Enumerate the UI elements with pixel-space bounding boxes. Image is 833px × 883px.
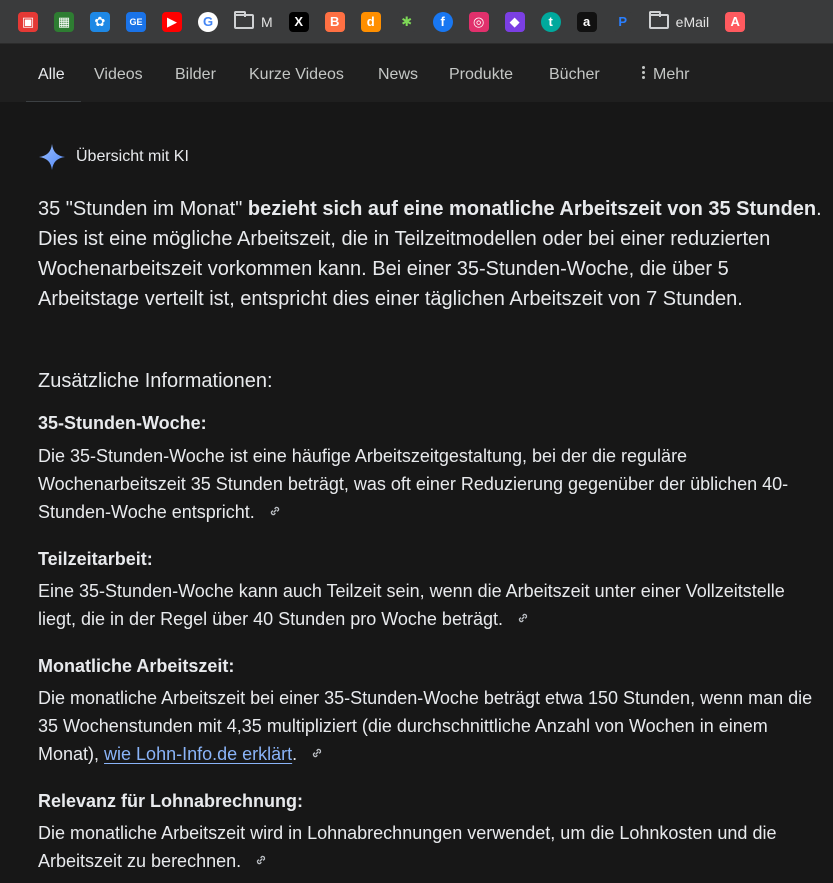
green-icon: ✱ (396, 11, 417, 32)
airbnb-icon: A (725, 11, 746, 32)
link-icon[interactable] (517, 612, 529, 624)
1-icon: ▣ (18, 11, 38, 32)
ai-lead-paragraph: 35 "Stunden im Monat" bezieht sich auf e… (38, 194, 828, 314)
bookmark-green[interactable]: ✱ (396, 8, 417, 36)
bookmark-2[interactable]: ▦ (54, 8, 74, 36)
2-icon: ▦ (54, 11, 74, 32)
folder-icon (234, 11, 254, 29)
bookmarks-bar: ▣ ▦ ✿ GE ▶ G M X Bd ✱ f ◎ ◆ t a PeMail A (0, 0, 833, 44)
item-title-relevanz: Relevanz für Lohnabrechnung: (38, 791, 304, 811)
bookmark-folder-email[interactable]: eMail (648, 8, 710, 36)
ai-overview: Übersicht mit KI 35 "Stunden im Monat" b… (0, 102, 833, 883)
tab-videos[interactable]: Videos (94, 66, 143, 84)
item-title-35-stunden-woche: 35-Stunden-Woche: (38, 413, 207, 433)
bookmark-google[interactable]: G (198, 8, 218, 36)
3-icon: ✿ (90, 11, 110, 32)
bookmark-paypal[interactable]: P (612, 8, 633, 36)
link-icon[interactable] (269, 505, 281, 517)
tab-produkte[interactable]: Produkte (449, 66, 513, 84)
instagram-icon: ◎ (468, 11, 489, 32)
item-text-after: . (292, 744, 298, 764)
ai-overview-header: Übersicht mit KI (38, 143, 189, 171)
4-icon: GE (126, 11, 146, 32)
more-vert-icon (641, 66, 645, 80)
bookmark-label: M (261, 13, 273, 30)
bookmark-d[interactable]: d (360, 8, 381, 36)
section-title: Zusätzliche Informationen: (38, 370, 273, 392)
bookmark-instagram[interactable]: ◎ (468, 8, 489, 36)
tab-buecher[interactable]: Bücher (549, 66, 600, 84)
bookmark-amazon[interactable]: a (576, 8, 597, 36)
tab-alle[interactable]: Alle (38, 66, 65, 84)
tab-mehr[interactable]: Mehr (641, 66, 689, 84)
lead-pre: 35 "Stunden im Monat" (38, 198, 248, 220)
item-text-monatliche-arbeitszeit: Die monatliche Arbeitszeit bei einer 35-… (38, 684, 823, 768)
item-title-teilzeitarbeit: Teilzeitarbeit: (38, 549, 153, 569)
bookmark-airbnb[interactable]: A (725, 8, 746, 36)
ai-sparkle-icon (39, 144, 65, 170)
bookmark-folder-m[interactable]: M (234, 8, 273, 36)
google-icon: G (198, 11, 218, 32)
tab-bilder[interactable]: Bilder (175, 66, 216, 84)
tab-news[interactable]: News (378, 66, 418, 84)
bookmark-label: eMail (675, 13, 710, 30)
bookmark-purple[interactable]: ◆ (504, 8, 525, 36)
source-link-lohn-info[interactable]: wie Lohn-Info.de erklärt (104, 744, 292, 764)
bookmark-blogger[interactable]: B (324, 8, 345, 36)
bookmark-1[interactable]: ▣ (18, 8, 38, 36)
bookmark-facebook[interactable]: f (432, 8, 453, 36)
item-text-teilzeitarbeit: Eine 35-Stunden-Woche kann auch Teilzeit… (38, 577, 823, 633)
link-icon[interactable] (311, 747, 323, 759)
item-text: Die monatliche Arbeitszeit wird in Lohna… (38, 823, 777, 871)
tab-mehr-label: Mehr (653, 66, 690, 83)
tab-kurze-videos[interactable]: Kurze Videos (249, 66, 344, 84)
folder-icon (648, 11, 669, 29)
x-icon: X (288, 11, 309, 32)
item-title-monatliche-arbeitszeit: Monatliche Arbeitszeit: (38, 656, 235, 676)
link-icon[interactable] (255, 854, 267, 866)
t-icon: t (540, 11, 561, 32)
paypal-icon: P (612, 11, 633, 32)
bookmark-4[interactable]: GE (126, 8, 146, 36)
facebook-icon: f (432, 11, 453, 32)
item-text: Eine 35-Stunden-Woche kann auch Teilzeit… (38, 581, 785, 629)
amazon-icon: a (576, 11, 597, 32)
youtube-icon: ▶ (162, 11, 182, 32)
bookmark-3[interactable]: ✿ (90, 8, 110, 36)
bookmark-t[interactable]: t (540, 8, 561, 36)
item-text-35-stunden-woche: Die 35-Stunden-Woche ist eine häufige Ar… (38, 442, 823, 526)
search-tabs: Alle Videos Bilder Kurze Videos News Pro… (0, 44, 833, 102)
bookmark-x[interactable]: X (288, 8, 309, 36)
blogger-icon: B (324, 11, 345, 32)
ai-overview-title: Übersicht mit KI (76, 148, 189, 165)
d-icon: d (360, 11, 381, 32)
bookmark-youtube[interactable]: ▶ (162, 8, 182, 36)
lead-bold: bezieht sich auf eine monatliche Arbeits… (247, 198, 817, 220)
purple-icon: ◆ (504, 11, 525, 32)
item-text-relevanz: Die monatliche Arbeitszeit wird in Lohna… (38, 819, 823, 875)
item-text: Die 35-Stunden-Woche ist eine häufige Ar… (38, 446, 789, 522)
